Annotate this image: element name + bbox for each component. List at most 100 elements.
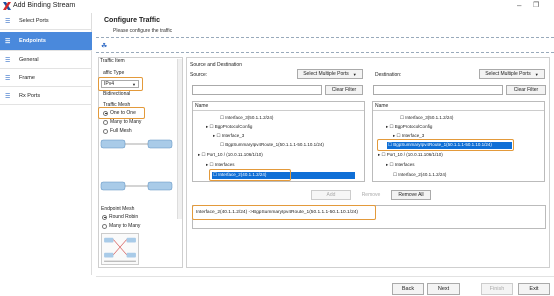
list-icon: ☰ (5, 57, 11, 64)
node-label: BgpProtocolConfig (394, 124, 433, 129)
remove-button[interactable]: Remove (355, 190, 387, 200)
page-title: Configure Traffic (104, 17, 161, 24)
topology-icon[interactable]: ☘ (101, 42, 107, 50)
list-icon: ☰ (5, 38, 11, 45)
tree-node[interactable]: ▸ ☐ Interfaces (206, 162, 235, 168)
chevron-down-icon: ▼ (352, 71, 357, 77)
destination-label: Destination: (375, 72, 402, 78)
destination-filter-input[interactable] (373, 85, 503, 95)
radio-selected-icon (102, 214, 107, 220)
tree-node[interactable]: ▸ ☐ Port_10 / (10.0.11.106/1/10) (198, 152, 263, 158)
node-label: Port_10 / (10.0.11.106/1/10) (206, 152, 263, 157)
sidebar-item-general[interactable]: ☰ General (0, 52, 92, 69)
sidebar-item-label: Endpoints (19, 38, 46, 44)
sidebar: ☰ Select Ports ☰ Endpoints ☰ General ☰ Frame… (0, 13, 92, 275)
exit-button[interactable]: Exit (518, 283, 550, 295)
endpoint-many-to-many-radio[interactable]: Many to Many (102, 223, 140, 229)
destination-clear-filter-button[interactable]: Clear Filter (506, 85, 546, 95)
radio-label: Round Robin (109, 214, 139, 220)
node-label: Interface_2(40.1.1.2/24) (398, 172, 447, 177)
radio-label: Many to Many (109, 223, 141, 229)
endpoint-mesh-diagram (101, 233, 139, 265)
sidebar-item-label: Frame (19, 75, 35, 81)
radio-label: Full Mesh (110, 128, 132, 134)
button-label: Exit (529, 286, 539, 292)
node-label: Interfaces (394, 162, 415, 167)
back-button[interactable]: Back (392, 283, 424, 295)
node-label: BgpSummaryIpv4Route_1(50.1.1.1-50.1.10.1… (225, 142, 324, 147)
page-subtitle: Please configure the traffic (113, 28, 173, 34)
traffic-mesh-diagram (100, 139, 173, 191)
node-label: Interface_3 (401, 133, 425, 138)
window-title: Add Binding Stream (13, 2, 76, 9)
mesh-full-mesh-radio[interactable]: Full Mesh (103, 128, 132, 134)
divider (96, 37, 554, 38)
endpoint-pair-item[interactable]: Interface_2(40.1.1.2/24) ->BgpSummaryIpv… (196, 210, 358, 215)
sidebar-item-rx-ports[interactable]: ☰ Rx Ports (0, 88, 92, 105)
list-icon: ☰ (5, 75, 11, 82)
finish-button[interactable]: Finish (481, 283, 513, 295)
chevron-down-icon: ▼ (534, 71, 539, 77)
button-label: Back (401, 286, 415, 292)
button-label: Select Multiple Ports (303, 71, 349, 77)
name-column-header: Name (373, 102, 544, 111)
tree-node[interactable]: ▸ ☐ Port_10 / (10.0.11.106/1/10) (378, 152, 443, 158)
sidebar-item-label: General (19, 57, 39, 63)
tree-node[interactable]: ▸ ☐ BgpProtocolConfig (386, 124, 432, 130)
node-label: Port_10 / (10.0.11.106/1/10) (386, 152, 443, 157)
app-logo-icon (3, 2, 11, 10)
highlight-box (209, 169, 291, 181)
remove-all-button[interactable]: Remove All (391, 190, 431, 200)
node-label: Interface_3(50.1.1.2/24) (225, 115, 274, 120)
mesh-many-to-many-radio[interactable]: Many to Many (103, 119, 141, 125)
tree-node[interactable]: ☐ Interface_2(40.1.1.2/24) (393, 172, 446, 178)
tree-node[interactable]: ☐ Interface_3(50.1.1.2/24) (220, 115, 273, 121)
minimize-button[interactable]: – (517, 1, 521, 10)
node-label: Interface_3(50.1.1.2/24) (405, 115, 454, 120)
maximize-button[interactable]: ❐ (533, 1, 539, 9)
button-label: Select Multiple Ports (485, 71, 531, 77)
radio-icon (103, 128, 108, 134)
node-label: BgpProtocolConfig (214, 124, 253, 129)
divider (96, 276, 554, 277)
radio-icon (103, 119, 108, 125)
radio-label: Many to Many (110, 119, 142, 125)
traffic-item-legend: Traffic Item (100, 58, 125, 64)
add-button[interactable]: Add (311, 190, 351, 200)
name-column-header: Name (193, 102, 364, 111)
endpoint-round-robin-radio[interactable]: Round Robin (102, 214, 138, 220)
tree-node[interactable]: ☐ Interface_3(50.1.1.2/24) (400, 115, 453, 121)
button-label: Next (437, 286, 450, 292)
node-label: Interfaces (214, 162, 235, 167)
scrollbar[interactable] (177, 59, 182, 219)
tree-node[interactable]: ▸ ☐ Interfaces (386, 162, 415, 168)
sidebar-item-endpoints[interactable]: ☰ Endpoints (0, 32, 92, 51)
button-label: Finish (489, 286, 505, 292)
bidirectional-checkbox[interactable]: Bidirectional (103, 91, 130, 97)
source-select-multiple-ports-button[interactable]: Select Multiple Ports ▼ (297, 69, 363, 79)
tree-node[interactable]: ▸ ☐ Interface_3 (213, 133, 244, 139)
destination-select-multiple-ports-button[interactable]: Select Multiple Ports ▼ (479, 69, 545, 79)
radio-icon (102, 223, 107, 229)
next-button[interactable]: Next (427, 283, 460, 295)
divider (96, 52, 554, 53)
sidebar-item-label: Rx Ports (19, 93, 41, 99)
highlight-box (98, 77, 143, 91)
source-filter-input[interactable] (192, 85, 322, 95)
sidebar-item-label: Select Ports (19, 18, 49, 24)
sidebar-item-select-ports[interactable]: ☰ Select Ports (0, 13, 92, 30)
button-label: Remove (361, 192, 381, 198)
endpoint-mesh-label: Endpoint Mesh (101, 206, 135, 212)
node-label: Interface_3 (221, 133, 245, 138)
list-icon: ☰ (5, 18, 11, 25)
button-label: Remove All (398, 192, 424, 198)
highlight-box (98, 107, 145, 119)
list-icon: ☰ (5, 93, 11, 100)
tree-node[interactable]: ☐ BgpSummaryIpv4Route_1(50.1.1.1-50.1.10… (220, 142, 324, 148)
sidebar-item-frame[interactable]: ☰ Frame (0, 70, 92, 87)
button-label: Clear Filter (331, 87, 357, 93)
button-label: Clear Filter (513, 87, 539, 93)
tree-node[interactable]: ▸ ☐ BgpProtocolConfig (206, 124, 252, 130)
button-label: Add (326, 192, 336, 198)
source-clear-filter-button[interactable]: Clear Filter (325, 85, 363, 95)
